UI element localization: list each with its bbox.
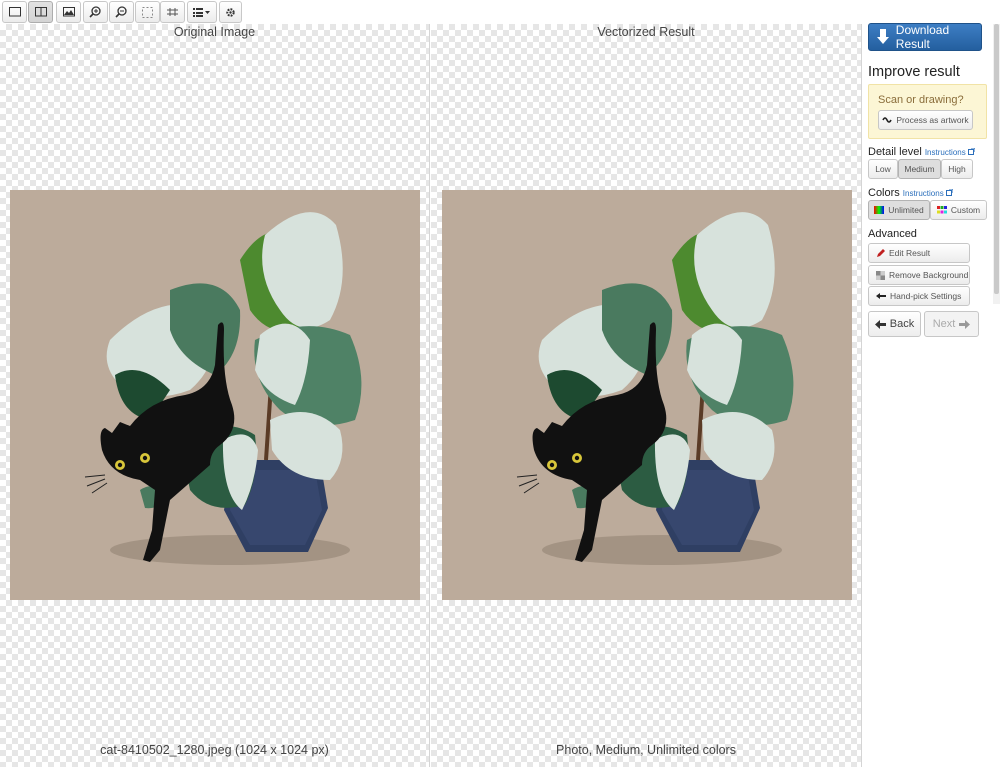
zoom-in-button[interactable] <box>83 1 108 23</box>
process-label: Process as artwork <box>896 115 969 125</box>
checker-icon <box>876 270 885 280</box>
detail-low-button[interactable]: Low <box>868 159 898 179</box>
external-link-icon <box>945 188 954 196</box>
list-dropdown-button[interactable] <box>187 1 217 23</box>
advanced-heading: Advanced <box>868 228 917 240</box>
overlay-button[interactable] <box>160 1 185 23</box>
settings-button[interactable] <box>219 1 242 23</box>
colors-label: Colors <box>868 187 900 199</box>
zoom-out-button[interactable] <box>109 1 134 23</box>
settings-icon <box>226 7 235 17</box>
single-view-button[interactable] <box>2 1 27 23</box>
side-panel: Download Result Improve result Scan or d… <box>863 0 1000 767</box>
next-button[interactable]: Next <box>924 311 979 337</box>
arrow-right-icon <box>959 319 971 329</box>
vectorized-artwork <box>442 190 852 600</box>
pane-title: Vectorized Result <box>597 25 695 39</box>
process-artwork-button[interactable]: Process as artwork <box>878 110 973 130</box>
detail-high-button[interactable]: High <box>941 159 973 179</box>
back-button[interactable]: Back <box>868 311 921 337</box>
image-caption: cat-8410502_1280.jpeg (1024 x 1024 px) <box>100 743 329 757</box>
rainbow-icon <box>874 206 885 214</box>
scrollbar-thumb[interactable] <box>994 24 999 294</box>
original-image-pane[interactable]: Original Image cat-8410502_1280.jpeg (10… <box>0 24 430 767</box>
detail-medium-button[interactable]: Medium <box>898 159 941 179</box>
split-view-button[interactable] <box>28 1 53 23</box>
scan-label: Scan or drawing? <box>878 94 964 106</box>
pencil-icon <box>877 248 885 257</box>
colors-row: Colors Instructions <box>868 187 954 199</box>
scan-notice: Scan or drawing? Process as artwork <box>868 84 987 139</box>
detail-level-label: Detail level <box>868 146 922 158</box>
improve-heading: Improve result <box>868 64 960 80</box>
image-view-button[interactable] <box>56 1 81 23</box>
image-icon <box>62 7 75 17</box>
download-result-button[interactable]: Download Result <box>868 23 982 51</box>
overlay-icon <box>167 8 178 16</box>
edit-result-button[interactable]: Edit Result <box>868 243 970 263</box>
colors-custom-button[interactable]: Custom <box>930 200 987 220</box>
colors-instructions-link[interactable]: Instructions <box>903 188 954 198</box>
detail-level-row: Detail level Instructions <box>868 146 976 158</box>
fit-icon <box>142 6 153 18</box>
list-dropdown-icon <box>193 8 210 17</box>
toolbar <box>0 0 862 24</box>
hand-icon <box>876 293 886 299</box>
remove-background-button[interactable]: Remove Background <box>868 265 970 285</box>
result-caption: Photo, Medium, Unlimited colors <box>556 743 736 757</box>
single-view-icon <box>8 7 21 17</box>
arrow-left-icon <box>874 319 886 329</box>
download-arrow-icon <box>877 29 896 45</box>
detail-instructions-link[interactable]: Instructions <box>925 147 976 157</box>
pane-title: Original Image <box>173 25 256 39</box>
download-label: Download Result <box>895 23 950 51</box>
zoom-in-icon <box>89 6 101 18</box>
artwork-icon <box>882 117 893 123</box>
side-scrollbar[interactable] <box>993 24 1000 304</box>
external-link-icon <box>967 147 976 155</box>
palette-icon <box>936 206 947 214</box>
split-view-icon <box>34 7 47 17</box>
colors-unlimited-button[interactable]: Unlimited <box>868 200 930 220</box>
fit-button[interactable] <box>135 1 160 23</box>
vectorized-result-pane[interactable]: Vectorized Result Photo, Medium, Unlimit… <box>431 24 862 767</box>
original-artwork <box>10 190 420 600</box>
hand-pick-settings-button[interactable]: Hand-pick Settings <box>868 286 970 306</box>
zoom-out-icon <box>115 6 127 18</box>
